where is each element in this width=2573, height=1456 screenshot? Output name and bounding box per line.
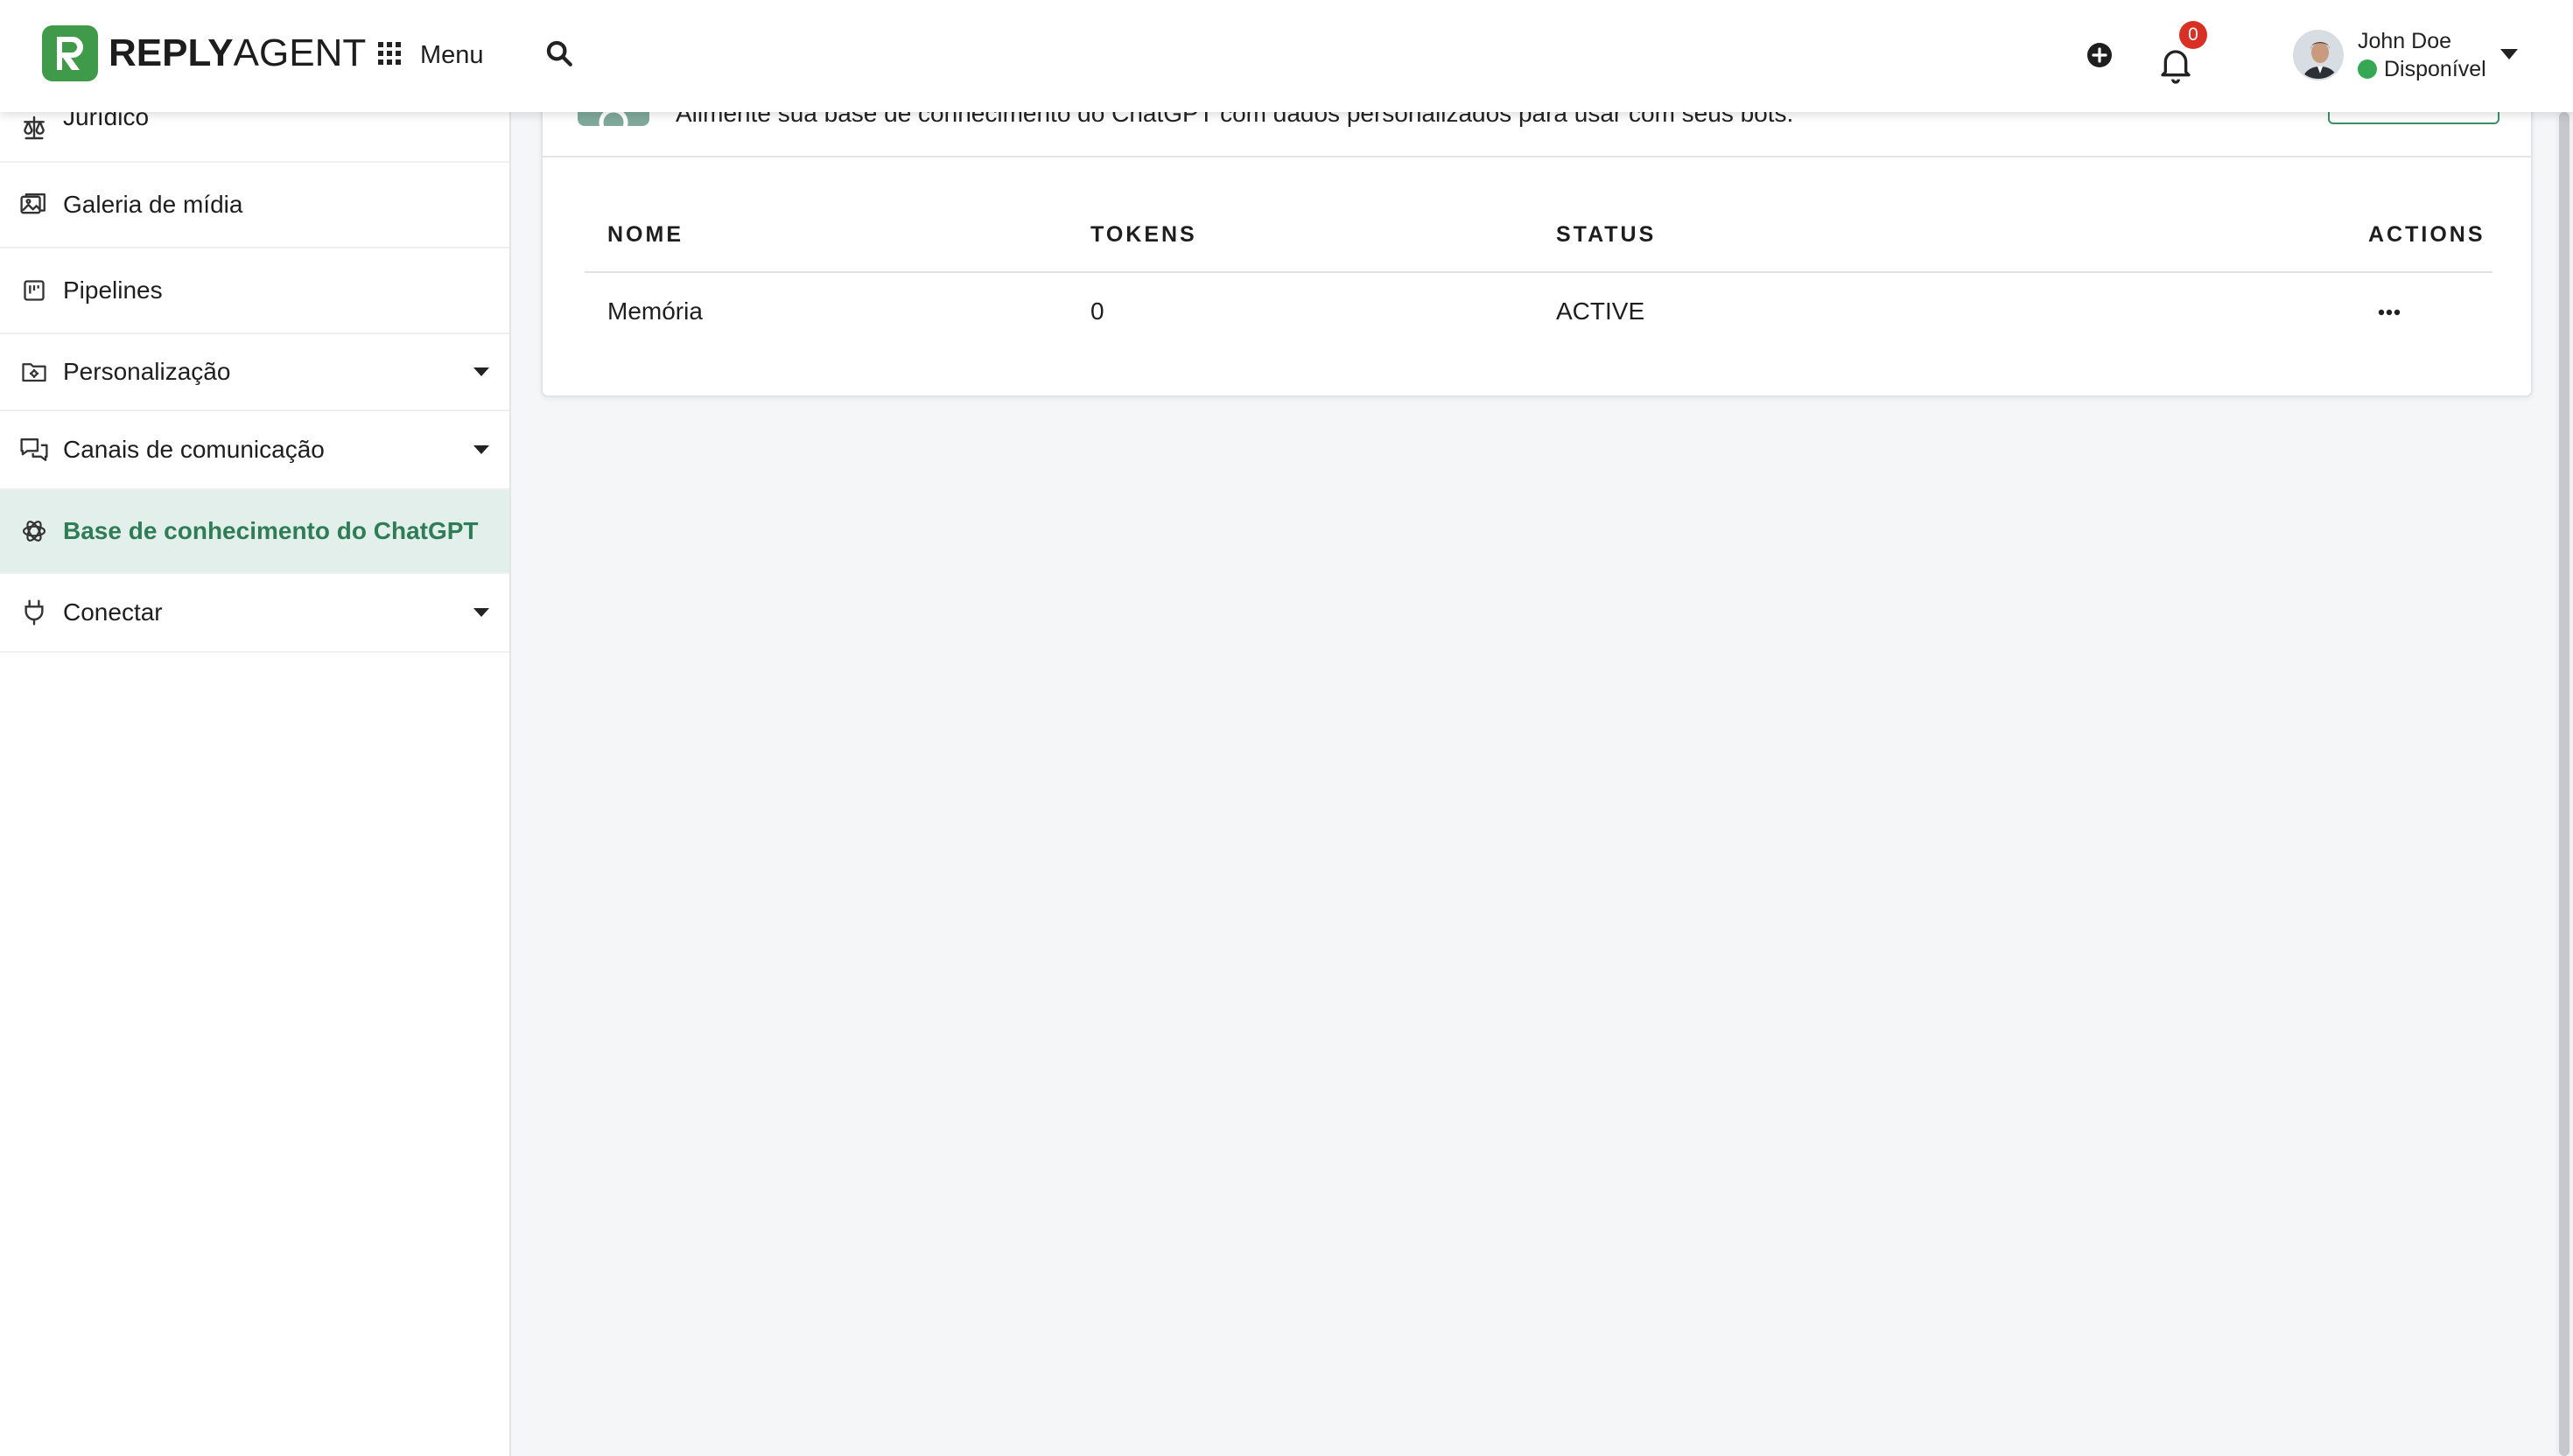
sidebar-item-label: Galeria de mídia [63,191,243,218]
chat-channels-icon [19,435,49,465]
sidebar-item-pipelines[interactable]: Pipelines [0,248,509,334]
sidebar-item-label: Personalização [63,358,231,385]
sidebar-item-personalizacao[interactable]: Personalização [0,334,509,411]
chevron-down-icon[interactable] [2499,47,2519,61]
logo-text-light: AGENT [233,32,367,74]
top-header: REPLYAGENT Menu 0 John Doe Disponível [0,0,2573,112]
logo-text: REPLYAGENT [109,32,366,75]
avatar [2293,30,2344,80]
plug-icon [19,598,49,627]
cell-status: ACTIVE [1556,298,1645,325]
search-icon[interactable] [544,38,576,70]
logo-text-bold: REPLY [109,32,234,74]
cell-nome: Memória [607,298,703,325]
sidebar-item-conectar[interactable]: Conectar [0,574,509,653]
sidebar-item-canais-de-comunicacao[interactable]: Canais de comunicação [0,411,509,490]
column-header-actions: ACTIONS [2368,222,2485,247]
logo-mark-icon [42,25,98,81]
chevron-down-icon [473,606,490,619]
column-header-status[interactable]: STATUS [1556,222,1656,248]
user-info: John Doe Disponível [2358,27,2486,83]
sidebar-item-base-de-conhecimento-chatgpt[interactable]: Base de conhecimento do ChatGPT [0,490,509,574]
sidebar: Jurídico Galeria de mídia Pipelines Pers… [0,0,511,1456]
menu-button[interactable]: Menu [378,35,484,75]
sidebar-item-label: Pipelines [63,276,163,304]
page-scrollbar[interactable] [2555,112,2573,1456]
knowledge-table: NOME TOKENS STATUS ACTIONS Memória 0 ACT… [585,210,2492,357]
media-gallery-icon [19,190,49,220]
add-circle-icon[interactable] [2085,40,2114,70]
user-name: John Doe [2358,29,2452,53]
user-status-text: Disponível [2384,57,2486,81]
notification-badge: 0 [2179,21,2207,49]
status-dot-icon [2358,60,2377,79]
openai-icon [19,516,49,546]
app-logo[interactable]: REPLYAGENT [42,24,366,82]
sidebar-item-label: Canais de comunicação [63,436,325,463]
chevron-down-icon [473,366,490,378]
column-header-nome[interactable]: NOME [607,222,684,248]
user-menu[interactable]: John Doe Disponível [2293,26,2486,84]
grid-menu-icon [378,41,401,69]
scrollbar-thumb[interactable] [2559,112,2569,1456]
scale-icon [19,113,49,143]
more-actions-icon[interactable] [2372,299,2407,326]
chevron-down-icon [473,444,490,456]
table-row[interactable]: Memória 0 ACTIVE [585,273,2492,357]
cell-tokens: 0 [1090,298,1104,325]
sidebar-item-label: Base de conhecimento do ChatGPT [63,517,479,544]
user-status: Disponível [2358,55,2486,83]
pipeline-icon [19,276,49,305]
sidebar-item-galeria-de-midia[interactable]: Galeria de mídia [0,163,509,248]
sidebar-item-label: Conectar [63,598,163,626]
table-header: NOME TOKENS STATUS ACTIONS [585,210,2492,273]
folder-gear-icon [19,357,49,387]
column-header-tokens[interactable]: TOKENS [1090,222,1197,248]
menu-label: Menu [420,40,484,69]
bell-icon[interactable] [2158,46,2193,84]
